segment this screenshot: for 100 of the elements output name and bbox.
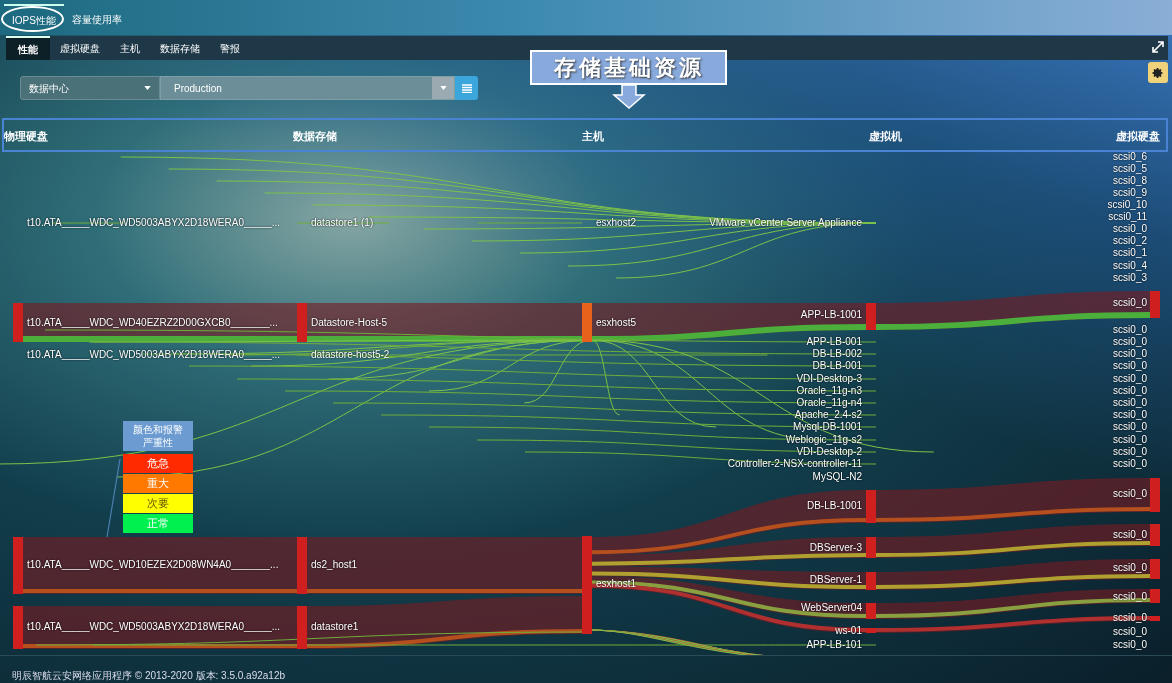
node-bar[interactable] — [1150, 559, 1160, 579]
scope-text: 数据中心 — [29, 81, 69, 96]
node-label[interactable]: Apache_2.4-s2 — [794, 409, 862, 421]
node-bar[interactable] — [866, 537, 876, 558]
node-label[interactable]: esxhost1 — [596, 578, 637, 590]
node-label[interactable]: DB-LB-001 — [812, 360, 862, 372]
node-bar[interactable] — [13, 606, 23, 649]
node-bar[interactable] — [866, 603, 876, 619]
node-label[interactable]: scsi0_0 — [1113, 434, 1147, 446]
callout-title: 存储基础资源 — [553, 53, 704, 82]
node-label[interactable]: scsi0_0 — [1113, 421, 1147, 433]
settings-button[interactable] — [1148, 62, 1168, 83]
node-label[interactable]: scsi0_0 — [1113, 446, 1147, 458]
node-bar[interactable] — [297, 303, 307, 342]
node-bar[interactable] — [1150, 291, 1160, 318]
severity-swatch: 重大 — [123, 474, 193, 493]
node-label[interactable]: APP-LB-001 — [806, 336, 862, 348]
node-label[interactable]: scsi0_0 — [1113, 385, 1147, 397]
tab[interactable]: 数据存储 — [150, 36, 210, 60]
node-label[interactable]: scsi0_0 — [1113, 488, 1147, 500]
node-bar[interactable] — [13, 537, 23, 594]
node-label[interactable]: scsi0_9 — [1113, 187, 1147, 199]
node-label[interactable]: scsi0_10 — [1107, 199, 1147, 211]
node-label[interactable]: scsi0_0 — [1113, 324, 1147, 336]
caret-icon — [144, 86, 151, 90]
node-bar[interactable] — [13, 303, 23, 342]
expand-icon[interactable] — [1152, 41, 1164, 53]
list-button[interactable] — [455, 76, 478, 100]
node-label[interactable]: scsi0_0 — [1113, 562, 1147, 574]
node-label[interactable]: APP-LB-101 — [806, 639, 862, 651]
node-label[interactable]: scsi0_2 — [1113, 235, 1147, 247]
node-label[interactable]: scsi0_0 — [1113, 529, 1147, 541]
tab[interactable]: 警报 — [210, 36, 250, 60]
node-label[interactable]: datastore-host5-2 — [311, 349, 390, 361]
node-bar[interactable] — [866, 572, 876, 590]
node-label[interactable]: scsi0_3 — [1113, 272, 1147, 284]
scope-dropdown[interactable]: 数据中心 — [20, 76, 160, 100]
node-label[interactable]: t10.ATA_____WDC_WD5003ABYX2D18WERA0_____... — [27, 349, 281, 361]
node-label[interactable]: scsi0_0 — [1113, 626, 1147, 638]
node-label[interactable]: t10.ATA_____WDC_WD10EZEX2D08WN4A0_______... — [27, 559, 279, 571]
node-label[interactable]: scsi0_1 — [1113, 247, 1147, 259]
node-label[interactable]: scsi0_5 — [1113, 163, 1147, 175]
node-label[interactable]: DBServer-3 — [809, 542, 862, 554]
node-label[interactable]: Weblogic_11g-s2 — [785, 434, 862, 446]
node-label[interactable]: Mysql-DB-1001 — [793, 421, 862, 433]
node-label[interactable]: ds2_host1 — [311, 559, 358, 571]
node-label[interactable]: scsi0_0 — [1113, 348, 1147, 360]
node-label[interactable]: Oracle_11g-n4 — [796, 397, 862, 409]
settings-icon — [1152, 66, 1164, 79]
node-label[interactable]: scsi0_0 — [1113, 297, 1147, 309]
node-label[interactable]: Oracle_11g-n3 — [796, 385, 862, 397]
list-icon — [461, 83, 472, 93]
node-label[interactable]: scsi0_0 — [1113, 397, 1147, 409]
node-bar[interactable] — [297, 606, 307, 649]
tab[interactable]: 性能 — [6, 36, 50, 60]
node-label[interactable]: scsi0_0 — [1113, 458, 1147, 470]
node-label[interactable]: APP-LB-1001 — [800, 309, 862, 321]
highlight-ellipse — [1, 6, 64, 32]
severity-swatch: 正常 — [123, 514, 193, 533]
node-label[interactable]: t10.ATA_____WDC_WD5003ABYX2D18WERA0_____... — [27, 217, 281, 229]
severity-swatch: 次要 — [123, 494, 193, 513]
node-bar[interactable] — [866, 303, 876, 330]
node-label[interactable]: scsi0_0 — [1113, 373, 1147, 385]
node-label[interactable]: scsi0_0 — [1113, 639, 1147, 651]
node-label[interactable]: scsi0_0 — [1113, 223, 1147, 235]
node-label[interactable]: scsi0_8 — [1113, 175, 1147, 187]
node-label[interactable]: DB-LB-1001 — [806, 500, 862, 512]
value-dropdown[interactable]: Production — [160, 76, 455, 100]
column-header: 主机 — [582, 129, 604, 144]
node-label[interactable]: DBServer-1 — [809, 574, 862, 586]
node-bar[interactable] — [297, 537, 307, 594]
node-label[interactable]: scsi0_0 — [1113, 336, 1147, 348]
node-label[interactable]: esxhost2 — [596, 217, 637, 229]
column-header: 数据存储 — [293, 129, 337, 144]
node-bar[interactable] — [582, 536, 592, 634]
node-bar[interactable] — [1150, 616, 1160, 621]
tab[interactable]: 虚拟硬盘 — [50, 36, 110, 60]
node-bar[interactable] — [1150, 478, 1160, 512]
node-label[interactable]: VDI-Desktop-2 — [796, 446, 862, 458]
node-label[interactable]: Datastore-Host-5 — [311, 317, 388, 329]
node-label[interactable]: esxhost5 — [596, 317, 637, 329]
node-label[interactable]: datastore1 — [311, 621, 359, 633]
node-bar[interactable] — [1150, 524, 1160, 546]
node-label[interactable]: scsi0_4 — [1113, 260, 1147, 272]
node-label[interactable]: Controller-2-NSX-controller-11 — [727, 458, 862, 470]
top-tab[interactable]: 容量使用率 — [65, 4, 128, 35]
node-label[interactable]: scsi0_11 — [1108, 211, 1147, 223]
node-label[interactable]: scsi0_0 — [1113, 409, 1147, 421]
node-label[interactable]: VDI-Desktop-3 — [796, 373, 862, 385]
node-bar[interactable] — [1150, 589, 1160, 603]
tab[interactable]: 主机 — [110, 36, 150, 60]
node-label[interactable]: DB-LB-002 — [812, 348, 862, 360]
node-bar[interactable] — [866, 628, 876, 633]
node-label[interactable]: scsi0_6 — [1113, 152, 1147, 163]
node-label[interactable]: MySQL-N2 — [812, 471, 862, 483]
node-bar[interactable] — [866, 490, 876, 523]
node-label[interactable]: scsi0_0 — [1113, 360, 1147, 372]
node-bar[interactable] — [582, 303, 592, 342]
node-label[interactable]: WebServer04 — [801, 602, 862, 614]
severity-swatch: 危急 — [123, 454, 193, 473]
